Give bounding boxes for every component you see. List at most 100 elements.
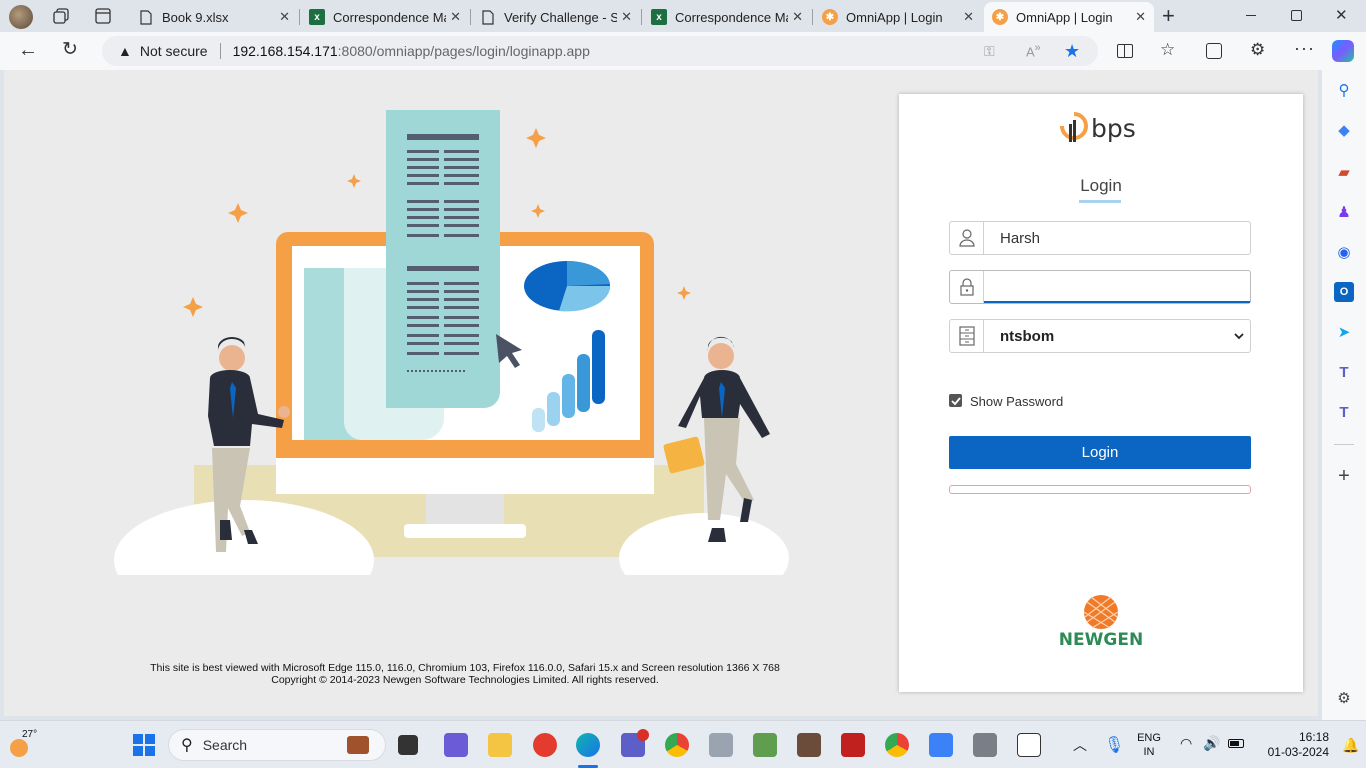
tab-omniapp-2[interactable]: ✱ OmniApp | Login ✕ [984, 2, 1154, 32]
minimize-icon[interactable] [1246, 15, 1256, 16]
shopping-tag-icon[interactable]: ◆ [1334, 120, 1354, 140]
cabinet-select[interactable]: ntsbom [949, 319, 1251, 353]
key-icon[interactable]: ⚿ [984, 43, 995, 60]
close-window-icon[interactable]: ✕ [1335, 6, 1348, 24]
password-field[interactable] [949, 270, 1251, 304]
taskbar-search[interactable]: ⚲ Search [168, 729, 386, 761]
tab-correspondence-2[interactable]: x Correspondence Ma ✕ [643, 2, 811, 32]
favorite-star-icon[interactable]: ★ [1064, 41, 1080, 62]
back-icon[interactable]: ← [18, 40, 38, 60]
footer-note: This site is best viewed with Microsoft … [94, 662, 836, 686]
vnc-icon[interactable] [1017, 733, 1041, 757]
omniapp-icon: ✱ [992, 9, 1008, 25]
password-input[interactable] [984, 271, 1250, 303]
chart-app-icon[interactable] [753, 733, 777, 757]
game-app-icon[interactable] [797, 733, 821, 757]
chrome-icon[interactable] [665, 733, 689, 757]
show-password-label[interactable]: Show Password [970, 394, 1063, 409]
close-icon[interactable]: ✕ [1135, 9, 1146, 25]
split-screen-icon[interactable] [1117, 44, 1133, 58]
tab-verify-challenge[interactable]: Verify Challenge - S ✕ [472, 2, 640, 32]
tab-title: Correspondence Ma [675, 9, 789, 25]
new-tab-icon[interactable]: + [1162, 5, 1175, 27]
profile-avatar[interactable] [9, 5, 33, 29]
restore-icon[interactable] [1291, 10, 1302, 21]
close-icon[interactable]: ✕ [450, 9, 461, 25]
chevron-down-icon[interactable] [1228, 320, 1250, 352]
search-icon[interactable]: ⚲ [1334, 80, 1354, 100]
teams-icon[interactable]: T [1334, 362, 1354, 382]
wifi-icon[interactable]: ◠ [1180, 735, 1192, 752]
tab-correspondence-1[interactable]: x Correspondence Ma ✕ [301, 2, 469, 32]
taskbar: 27° ⚲ Search ︿ 🎙 ENG IN ◠ 🔊 16:18 01-03-… [0, 720, 1366, 768]
battery-icon[interactable] [1228, 739, 1244, 748]
favorites-icon[interactable]: ☆ [1160, 40, 1175, 60]
notification-badge [637, 729, 649, 741]
close-icon[interactable]: ✕ [621, 9, 632, 25]
login-button[interactable]: Login [949, 436, 1251, 469]
weather-widget[interactable]: 27° [8, 729, 48, 759]
search-icon: ⚲ [181, 737, 193, 754]
tools-icon[interactable]: ▰ [1334, 162, 1354, 182]
cabinet-selected-value[interactable]: ntsbom [984, 320, 1228, 352]
collections-icon[interactable] [1206, 43, 1222, 59]
login-card: bps Login Harsh ntsbom Show Password Log… [899, 94, 1303, 692]
tab-omniapp-1[interactable]: ✱ OmniApp | Login ✕ [814, 2, 982, 32]
close-icon[interactable]: ✕ [792, 9, 803, 25]
games-icon[interactable]: ♟ [1334, 202, 1354, 222]
outlook-icon[interactable]: O [1334, 282, 1354, 302]
tab-book9[interactable]: Book 9.xlsx ✕ [130, 2, 298, 32]
settings-icon[interactable]: ⚙ [1334, 688, 1354, 708]
wps-icon[interactable] [533, 733, 557, 757]
notification-center-icon[interactable]: 🔔 [1342, 737, 1359, 754]
show-password-checkbox[interactable] [949, 394, 962, 407]
close-icon[interactable]: ✕ [963, 9, 974, 25]
chat-icon[interactable] [444, 733, 468, 757]
more-menu-icon[interactable]: ··· [1294, 38, 1315, 59]
file-explorer-icon[interactable] [488, 733, 512, 757]
address-bar[interactable]: ▲ Not secure 192.168.154.171 :8080/omnia… [102, 36, 1098, 66]
chrome-icon-2[interactable] [885, 733, 909, 757]
tab-title: Book 9.xlsx [162, 9, 229, 25]
windows-start-icon[interactable] [133, 734, 155, 756]
username-field[interactable]: Harsh [949, 221, 1251, 255]
send-icon[interactable]: ➤ [1334, 322, 1354, 342]
remote-desktop-icon[interactable] [973, 733, 997, 757]
filezilla-icon[interactable] [841, 733, 865, 757]
close-icon[interactable]: ✕ [279, 9, 290, 25]
search-placeholder: Search [202, 737, 248, 753]
vertical-tabs-icon[interactable] [95, 8, 111, 24]
weather-icon [10, 739, 28, 757]
lang-line1: ENG [1137, 732, 1161, 744]
tab-title: OmniApp | Login [1016, 9, 1113, 25]
browser-support-text: This site is best viewed with Microsoft … [150, 662, 780, 674]
microphone-icon[interactable]: 🎙 [1104, 735, 1124, 755]
language-indicator[interactable]: ENG IN [1134, 731, 1164, 759]
copilot-icon[interactable] [1332, 40, 1354, 62]
read-aloud-icon[interactable]: A» [1026, 42, 1041, 59]
search-highlight-icon [347, 736, 369, 754]
add-icon[interactable]: + [1334, 465, 1354, 487]
media-player-icon[interactable] [709, 733, 733, 757]
edge-icon[interactable] [576, 733, 600, 757]
page-content: This site is best viewed with Microsoft … [4, 70, 1318, 716]
teams-icon-2[interactable]: T [1334, 402, 1354, 422]
username-input[interactable]: Harsh [984, 222, 1250, 254]
edge-sidebar: ⚲ ◆ ▰ ♟ ◉ O ➤ T T + ⚙ [1322, 70, 1366, 720]
newgen-text: NEWGEN [1058, 630, 1144, 650]
notepad-icon[interactable] [929, 733, 953, 757]
clock[interactable]: 16:18 01-03-2024 [1255, 730, 1329, 760]
tab-title: Verify Challenge - S [504, 9, 618, 25]
url-host: 192.168.154.171 [232, 43, 338, 59]
security-label[interactable]: Not secure [140, 43, 208, 59]
m365-icon[interactable]: ◉ [1334, 242, 1354, 262]
heading-underline [1079, 200, 1121, 203]
extensions-icon[interactable]: ⚙ [1250, 40, 1265, 60]
refresh-icon[interactable]: ↻ [62, 40, 78, 60]
warning-icon[interactable]: ▲ [118, 43, 132, 59]
omniapp-icon: ✱ [822, 9, 838, 25]
volume-icon[interactable]: 🔊 [1203, 735, 1220, 752]
workspaces-icon[interactable] [53, 8, 71, 24]
task-view-icon[interactable] [398, 735, 418, 755]
chevron-up-icon[interactable]: ︿ [1073, 735, 1087, 755]
